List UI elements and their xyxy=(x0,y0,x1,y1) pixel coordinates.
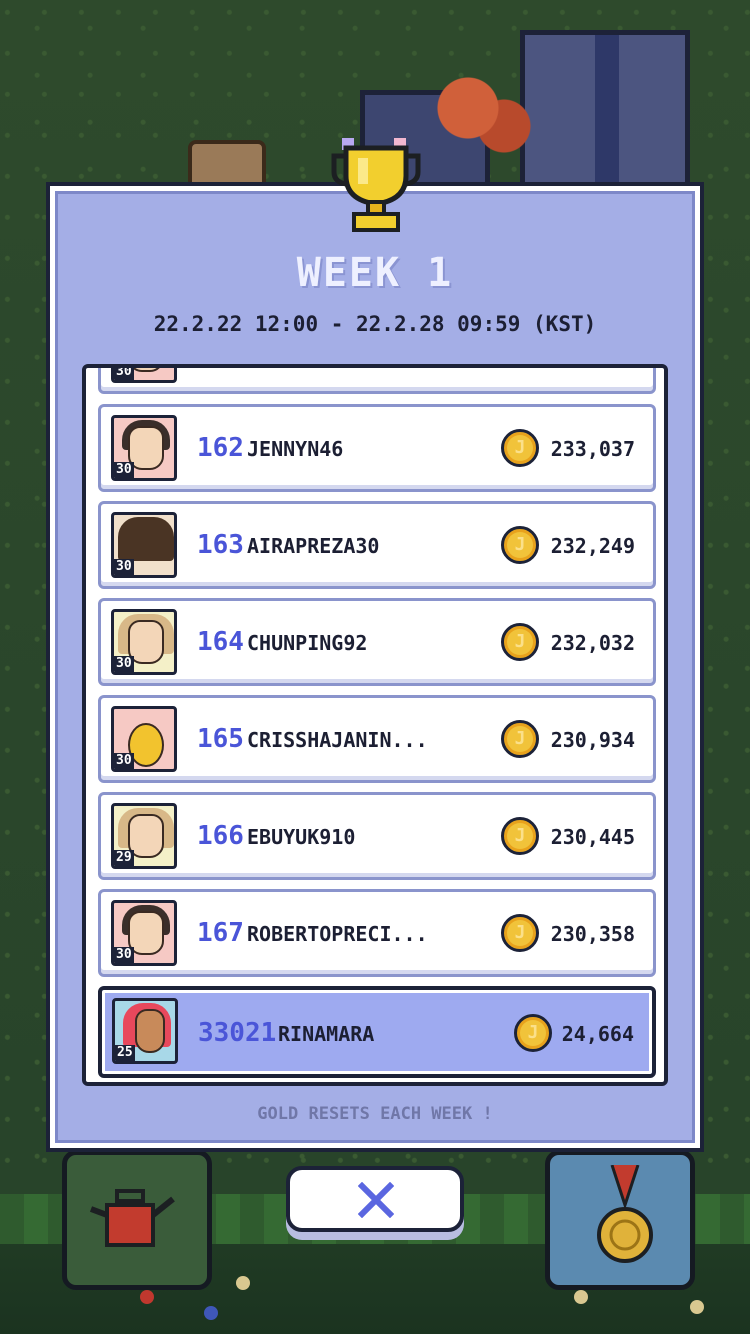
leaderboard-list[interactable]: 30 30 162 JENNYN46 J 233,037 30 163 AIRA… xyxy=(82,364,668,1086)
coin-icon: J xyxy=(501,526,539,564)
avatar: 30 xyxy=(111,512,177,578)
list-item: 30 xyxy=(98,364,656,394)
week-date-range: 22.2.22 12:00 - 22.2.28 09:59 (KST) xyxy=(153,312,597,336)
avatar: 30 xyxy=(111,900,177,966)
watering-can-icon xyxy=(89,1189,175,1247)
gold-amount: 233,037 xyxy=(550,437,635,461)
level-badge: 25 xyxy=(115,1045,135,1061)
avatar: 30 xyxy=(111,706,177,772)
coin-icon: J xyxy=(501,817,539,855)
rank-number: 165 xyxy=(197,724,244,754)
avatar: 30 xyxy=(111,609,177,675)
coin-icon: J xyxy=(514,1014,552,1052)
player-name: AIRAPREZA30 xyxy=(247,534,380,558)
rank-number: 164 xyxy=(197,627,244,657)
rank-number: 167 xyxy=(197,918,244,948)
list-item[interactable]: 29 166 EBUYUK910 J 230,445 xyxy=(98,792,656,880)
flower-decoration xyxy=(236,1276,250,1290)
gold-amount: 24,664 xyxy=(561,1022,634,1046)
coin-icon: J xyxy=(501,914,539,952)
level-badge: 29 xyxy=(114,850,134,866)
medal-icon xyxy=(597,1165,653,1263)
flower-decoration xyxy=(690,1300,704,1314)
week-title: WEEK 1 xyxy=(296,250,454,296)
level-badge: 30 xyxy=(114,947,134,963)
player-name: CHUNPING92 xyxy=(247,631,368,655)
coin-icon: J xyxy=(501,429,539,467)
watering-can-button[interactable] xyxy=(62,1150,212,1290)
gold-amount: 232,032 xyxy=(550,631,635,655)
level-badge: 30 xyxy=(114,364,134,380)
flower-decoration xyxy=(140,1290,154,1304)
gold-amount: 230,358 xyxy=(550,922,635,946)
rank-number: 162 xyxy=(197,433,244,463)
avatar: 30 xyxy=(111,415,177,481)
gold-reset-note: GOLD RESETS EACH WEEK ! xyxy=(257,1104,493,1124)
player-name: RINAMARA xyxy=(278,1022,375,1046)
avatar: 30 xyxy=(111,364,177,383)
avatar: 25 xyxy=(112,998,178,1064)
list-item[interactable]: 30 167 ROBERTOPRECI... J 230,358 xyxy=(98,889,656,977)
level-badge: 30 xyxy=(114,753,134,769)
flower-decoration xyxy=(574,1290,588,1304)
rank-number: 33021 xyxy=(198,1018,277,1048)
gift-box-decoration xyxy=(520,30,690,200)
list-item[interactable]: 30 162 JENNYN46 J 233,037 xyxy=(98,404,656,492)
gold-amount: 230,934 xyxy=(550,728,635,752)
player-name: CRISSHAJANIN... xyxy=(247,728,428,752)
list-item[interactable]: 30 164 CHUNPING92 J 232,032 xyxy=(98,598,656,686)
player-name: ROBERTOPRECI... xyxy=(247,922,428,946)
flower-bouquet-decoration xyxy=(420,60,540,180)
close-icon xyxy=(358,1182,394,1218)
coin-icon: J xyxy=(501,720,539,758)
gold-amount: 230,445 xyxy=(550,825,635,849)
trophy-icon xyxy=(331,138,421,232)
level-badge: 30 xyxy=(114,462,134,478)
player-name: EBUYUK910 xyxy=(247,825,356,849)
list-item[interactable]: 30 165 CRISSHAJANIN... J 230,934 xyxy=(98,695,656,783)
player-name: JENNYN46 xyxy=(247,437,344,461)
list-item[interactable]: 30 163 AIRAPREZA30 J 232,249 xyxy=(98,501,656,589)
flower-decoration xyxy=(204,1306,218,1320)
avatar: 29 xyxy=(111,803,177,869)
rank-number: 166 xyxy=(197,821,244,851)
level-badge: 30 xyxy=(114,656,134,672)
gold-amount: 232,249 xyxy=(550,534,635,558)
level-badge: 30 xyxy=(114,559,134,575)
coin-icon: J xyxy=(501,623,539,661)
my-rank-row[interactable]: 25 33021 RINAMARA J 24,664 xyxy=(98,986,656,1078)
close-button[interactable] xyxy=(286,1166,464,1232)
medal-button[interactable] xyxy=(545,1150,695,1290)
rank-number: 163 xyxy=(197,530,244,560)
